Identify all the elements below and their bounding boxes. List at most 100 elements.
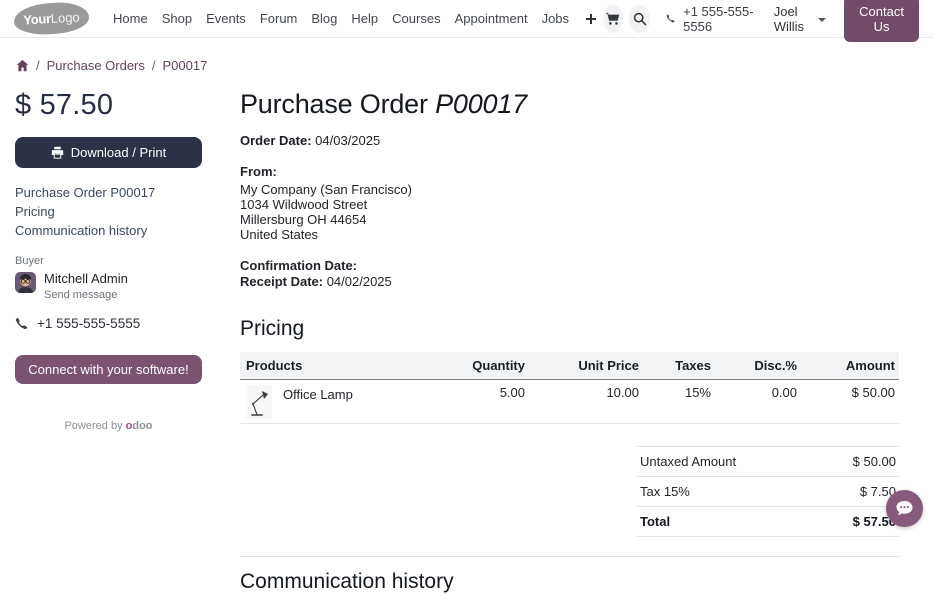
page-content: $ 57.50 Download / Print Purchase Order … <box>0 73 933 594</box>
avatar-image <box>15 272 36 293</box>
receipt-date-value: 04/02/2025 <box>327 274 392 289</box>
vendor-address: My Company (San Francisco) 1034 Wildwood… <box>240 183 899 243</box>
top-navbar: YourLogo Home Shop Events Forum Blog Hel… <box>0 0 933 38</box>
amount-cell: $ 50.00 <box>801 380 899 424</box>
order-sidebar: $ 57.50 Download / Print Purchase Order … <box>15 89 202 594</box>
phone-icon <box>15 317 28 330</box>
nav-item-home[interactable]: Home <box>113 11 148 26</box>
odoo-logo-rest: doo <box>132 420 152 432</box>
main-menu: Home Shop Events Forum Blog Help Courses… <box>113 11 597 26</box>
search-icon <box>633 12 647 26</box>
buyer-phone-number: +1 555-555-5555 <box>37 316 140 331</box>
order-main: Purchase Order P00017 Order Date: 04/03/… <box>240 89 899 594</box>
column-products: Products <box>240 352 419 380</box>
chat-bubble-icon <box>895 500 914 517</box>
section-divider <box>240 556 899 557</box>
product-cell: Office Lamp <box>240 380 419 424</box>
buyer-phone-link[interactable]: +1 555-555-5555 <box>15 316 202 331</box>
navbar-phone-link[interactable]: +1 555-555-5556 <box>666 4 754 34</box>
pricing-table-header: Products Quantity Unit Price Taxes Disc.… <box>240 352 899 380</box>
nav-item-shop[interactable]: Shop <box>162 11 192 26</box>
buyer-name: Mitchell Admin <box>44 272 128 285</box>
column-taxes: Taxes <box>643 352 715 380</box>
order-date-label: Order Date: <box>240 133 312 148</box>
breadcrumb-current-order[interactable]: P00017 <box>163 58 208 73</box>
address-line: 1034 Wildwood Street <box>240 198 899 213</box>
product-thumbnail <box>246 385 272 419</box>
download-print-button[interactable]: Download / Print <box>15 137 202 168</box>
nav-item-jobs[interactable]: Jobs <box>542 11 569 26</box>
column-amount: Amount <box>801 352 899 380</box>
plus-icon <box>585 13 597 25</box>
cart-icon <box>606 12 620 26</box>
navbar-right: +1 555-555-5556 Joel Willis Contact Us <box>597 0 919 42</box>
order-total-amount: $ 57.50 <box>15 89 202 122</box>
logo-text-bold: Your <box>23 11 51 27</box>
pricing-heading: Pricing <box>240 317 899 341</box>
quantity-cell: 5.00 <box>419 380 529 424</box>
receipt-date-label: Receipt Date: <box>240 274 323 289</box>
discount-cell: 0.00 <box>715 380 801 424</box>
chevron-down-icon <box>818 18 826 22</box>
receipt-date-line: Receipt Date: 04/02/2025 <box>240 274 899 290</box>
page-title: Purchase Order P00017 <box>240 89 899 120</box>
order-line-row: Office Lamp 5.00 10.00 15% 0.00 $ 50.00 <box>240 380 899 424</box>
logo-text-light: Logo <box>50 10 80 26</box>
communication-history-heading: Communication history <box>240 570 899 594</box>
pricing-table: Products Quantity Unit Price Taxes Disc.… <box>240 352 899 424</box>
unit-price-cell: 10.00 <box>529 380 643 424</box>
printer-icon <box>51 146 64 159</box>
confirmation-date-line: Confirmation Date: <box>240 258 899 274</box>
navbar-phone-number: +1 555-555-5556 <box>683 4 754 34</box>
breadcrumb-separator: / <box>36 58 40 73</box>
search-button[interactable] <box>629 5 649 33</box>
breadcrumb-separator: / <box>152 58 156 73</box>
nav-item-events[interactable]: Events <box>206 11 246 26</box>
site-logo[interactable]: YourLogo <box>13 1 90 36</box>
nav-item-forum[interactable]: Forum <box>260 11 298 26</box>
contact-us-button[interactable]: Contact Us <box>844 0 919 42</box>
home-icon[interactable] <box>16 59 29 72</box>
taxes-cell: 15% <box>643 380 715 424</box>
breadcrumb-purchase-orders[interactable]: Purchase Orders <box>47 58 145 73</box>
total-label: Total <box>640 514 670 529</box>
download-print-label: Download / Print <box>71 145 166 160</box>
column-quantity: Quantity <box>419 352 529 380</box>
confirmation-date-label: Confirmation Date: <box>240 258 357 273</box>
untaxed-amount-row: Untaxed Amount $ 50.00 <box>637 446 899 476</box>
powered-by-text: Powered by <box>64 420 122 432</box>
sidebar-link-order[interactable]: Purchase Order P00017 <box>15 185 202 200</box>
address-line: Millersburg OH 44654 <box>240 213 899 228</box>
buyer-label: Buyer <box>15 255 202 267</box>
sidebar-link-communication[interactable]: Communication history <box>15 223 202 238</box>
connect-software-button[interactable]: Connect with your software! <box>15 355 202 384</box>
product-name: Office Lamp <box>283 387 353 402</box>
send-message-link[interactable]: Send message <box>44 289 117 301</box>
column-discount: Disc.% <box>715 352 801 380</box>
nav-item-help[interactable]: Help <box>351 11 378 26</box>
nav-item-courses[interactable]: Courses <box>392 11 440 26</box>
buyer-card: Mitchell Admin Send message <box>15 272 202 303</box>
address-line: My Company (San Francisco) <box>240 183 899 198</box>
order-title-prefix: Purchase Order <box>240 89 428 119</box>
nav-item-appointment[interactable]: Appointment <box>455 11 528 26</box>
livechat-button[interactable] <box>886 490 923 527</box>
buyer-avatar <box>15 272 36 293</box>
office-lamp-image <box>248 387 270 417</box>
breadcrumb: / Purchase Orders / P00017 <box>0 38 933 73</box>
sidebar-link-pricing[interactable]: Pricing <box>15 204 202 219</box>
user-name: Joel Willis <box>774 4 812 34</box>
nav-item-blog[interactable]: Blog <box>311 11 337 26</box>
buyer-info: Mitchell Admin Send message <box>44 272 128 303</box>
address-line: United States <box>240 228 899 243</box>
vendor-address-block: From: My Company (San Francisco) 1034 Wi… <box>240 164 899 243</box>
from-label: From: <box>240 164 277 179</box>
phone-icon <box>666 12 675 25</box>
add-page-icon[interactable] <box>585 13 597 25</box>
powered-by-odoo-link[interactable]: Powered by odoo <box>15 420 202 432</box>
cart-button[interactable] <box>603 5 623 33</box>
order-date-value: 04/03/2025 <box>315 133 380 148</box>
sidebar-anchors: Purchase Order P00017 Pricing Communicat… <box>15 185 202 238</box>
user-menu[interactable]: Joel Willis <box>774 4 826 34</box>
order-totals: Untaxed Amount $ 50.00 Tax 15% $ 7.50 To… <box>637 446 899 537</box>
